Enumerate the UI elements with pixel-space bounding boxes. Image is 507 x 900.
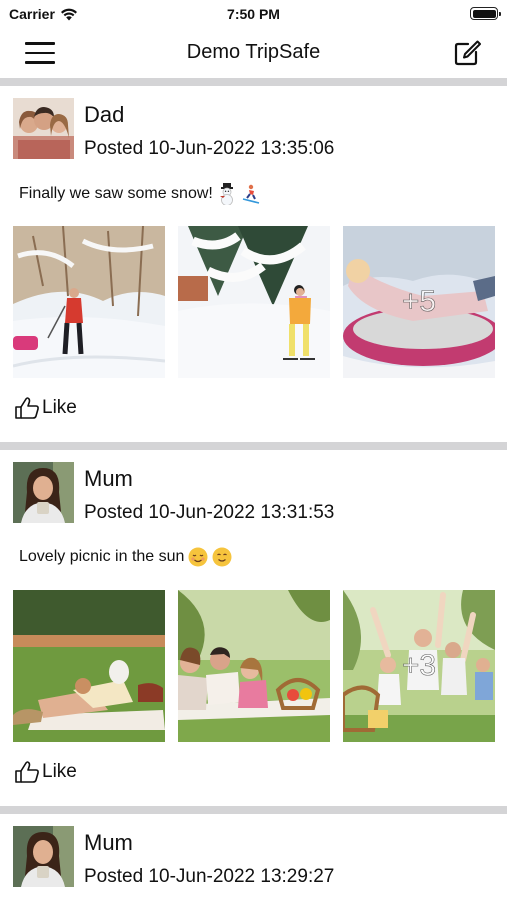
- post-author[interactable]: Mum: [84, 830, 133, 856]
- post-photo[interactable]: [178, 226, 330, 378]
- post-caption: Finally we saw some snow!: [19, 183, 261, 205]
- post-author[interactable]: Dad: [84, 102, 124, 128]
- compose-icon[interactable]: [453, 39, 481, 67]
- snowman-icon: [219, 183, 233, 205]
- post-card: Dad Posted 10-Jun-2022 13:35:06 Finally …: [0, 98, 507, 438]
- caption-text: Lovely picnic in the sun: [19, 548, 185, 565]
- post-author[interactable]: Mum: [84, 466, 133, 492]
- more-photos-count[interactable]: +3: [343, 590, 495, 742]
- avatar[interactable]: [13, 826, 74, 887]
- post-timestamp: Posted 10-Jun-2022 13:29:27: [84, 866, 335, 887]
- thumbs-up-icon: [15, 761, 39, 783]
- skier-icon: [242, 184, 260, 204]
- battery-icon: [470, 7, 501, 20]
- post-caption: Lovely picnic in the sun: [19, 547, 232, 567]
- relieved-face-icon: [188, 547, 208, 567]
- clock: 7:50 PM: [227, 6, 280, 22]
- post-photo[interactable]: +5: [343, 226, 495, 378]
- photo-grid: +5: [13, 226, 495, 378]
- post-card: Mum Posted 10-Jun-2022 13:31:53 Lovely p…: [0, 462, 507, 802]
- post-photo[interactable]: [178, 590, 330, 742]
- divider: [0, 806, 507, 814]
- status-bar: Carrier 7:50 PM: [0, 0, 507, 28]
- caption-text: Finally we saw some snow!: [19, 185, 213, 202]
- divider: [0, 442, 507, 450]
- thumbs-up-icon: [15, 397, 39, 419]
- post-timestamp: Posted 10-Jun-2022 13:31:53: [84, 502, 335, 523]
- avatar[interactable]: [13, 462, 74, 523]
- page-title: Demo TripSafe: [186, 41, 321, 63]
- like-label: Like: [42, 397, 77, 418]
- post-card: Mum Posted 10-Jun-2022 13:29:27: [0, 826, 507, 900]
- smiling-face-icon: [212, 547, 232, 567]
- post-photo[interactable]: [13, 226, 165, 378]
- photo-grid: +3: [13, 590, 495, 742]
- post-photo[interactable]: [13, 590, 165, 742]
- like-button[interactable]: Like: [14, 396, 77, 420]
- avatar[interactable]: [13, 98, 74, 159]
- divider: [0, 78, 507, 86]
- like-label: Like: [42, 761, 77, 782]
- post-photo[interactable]: +3: [343, 590, 495, 742]
- nav-bar: Demo TripSafe: [0, 28, 507, 78]
- like-button[interactable]: Like: [14, 760, 77, 784]
- more-photos-count[interactable]: +5: [343, 226, 495, 378]
- post-timestamp: Posted 10-Jun-2022 13:35:06: [84, 138, 335, 159]
